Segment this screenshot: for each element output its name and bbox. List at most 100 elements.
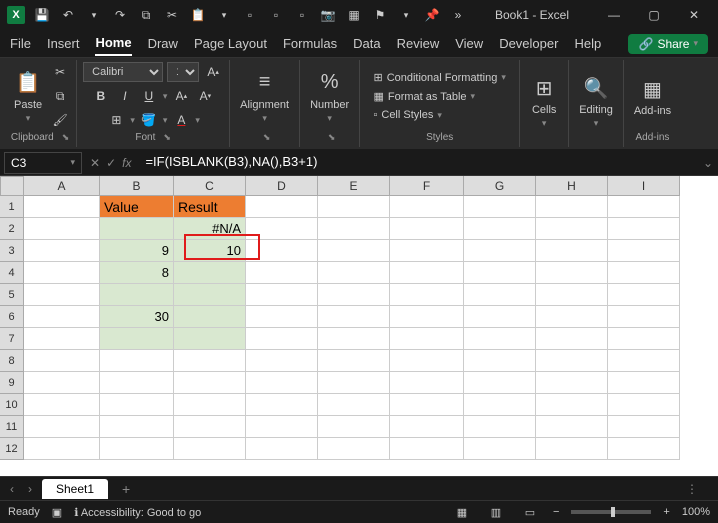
chevron-down-icon[interactable]: ▾ bbox=[130, 115, 135, 126]
cell[interactable] bbox=[464, 284, 536, 306]
cell[interactable] bbox=[536, 218, 608, 240]
tab-data[interactable]: Data bbox=[353, 32, 380, 55]
tab-file[interactable]: File bbox=[10, 32, 31, 55]
new-icon[interactable]: ▫ bbox=[238, 3, 262, 27]
cell[interactable] bbox=[100, 416, 174, 438]
cell[interactable] bbox=[536, 328, 608, 350]
col-header-D[interactable]: D bbox=[246, 176, 318, 196]
tab-formulas[interactable]: Formulas bbox=[283, 32, 337, 55]
cell-styles-button[interactable]: ▫Cell Styles▾ bbox=[369, 108, 509, 122]
cell[interactable] bbox=[536, 240, 608, 262]
col-header-C[interactable]: C bbox=[174, 176, 246, 196]
conditional-formatting-button[interactable]: ⊞Conditional Formatting▾ bbox=[369, 70, 509, 85]
flag-icon[interactable]: ⚑ bbox=[368, 3, 392, 27]
formula-input[interactable]: =IF(ISBLANK(B3),NA(),B3+1) bbox=[139, 152, 698, 174]
paste-icon[interactable]: 📋 bbox=[186, 3, 210, 27]
cell[interactable] bbox=[536, 394, 608, 416]
sheet-tab[interactable]: Sheet1 bbox=[42, 479, 108, 499]
paste-dropdown[interactable]: ▾ bbox=[212, 3, 236, 27]
font-size-select[interactable]: 14 bbox=[167, 62, 199, 82]
cell[interactable] bbox=[318, 240, 390, 262]
dialog-launcher-icon[interactable]: ⬊ bbox=[328, 132, 336, 143]
cell[interactable] bbox=[246, 306, 318, 328]
number-button[interactable]: % Number ▾ bbox=[306, 65, 353, 128]
cell[interactable] bbox=[390, 350, 464, 372]
cell[interactable] bbox=[464, 416, 536, 438]
undo-dropdown[interactable]: ▾ bbox=[82, 3, 106, 27]
borders-button[interactable]: ⊞ bbox=[106, 110, 126, 130]
select-all-corner[interactable] bbox=[0, 176, 24, 196]
cell[interactable] bbox=[318, 394, 390, 416]
tab-draw[interactable]: Draw bbox=[148, 32, 178, 55]
page-layout-view-button[interactable]: ▥ bbox=[485, 503, 507, 521]
page-break-view-button[interactable]: ▭ bbox=[519, 503, 541, 521]
col-header-A[interactable]: A bbox=[24, 176, 100, 196]
spreadsheet-grid[interactable]: A B C D E F G H I 1 Value Result 2 #N/A … bbox=[0, 176, 718, 476]
cell[interactable] bbox=[24, 196, 100, 218]
cell[interactable] bbox=[24, 262, 100, 284]
row-header[interactable]: 5 bbox=[0, 284, 24, 306]
font-name-select[interactable]: Calibri bbox=[83, 62, 163, 82]
chevron-down-icon[interactable]: ▾ bbox=[163, 91, 168, 102]
cell[interactable] bbox=[608, 284, 680, 306]
cell[interactable] bbox=[174, 350, 246, 372]
cell[interactable] bbox=[100, 328, 174, 350]
cell[interactable] bbox=[536, 196, 608, 218]
dialog-launcher-icon[interactable]: ⬊ bbox=[263, 132, 271, 143]
tab-page-layout[interactable]: Page Layout bbox=[194, 32, 267, 55]
row-header[interactable]: 2 bbox=[0, 218, 24, 240]
tab-insert[interactable]: Insert bbox=[47, 32, 80, 55]
tab-review[interactable]: Review bbox=[397, 32, 440, 55]
cell[interactable] bbox=[390, 328, 464, 350]
cell[interactable] bbox=[246, 240, 318, 262]
col-header-F[interactable]: F bbox=[390, 176, 464, 196]
cell[interactable] bbox=[464, 350, 536, 372]
cell[interactable] bbox=[174, 394, 246, 416]
share-button[interactable]: 🔗 Share ▾ bbox=[628, 34, 708, 54]
cell[interactable] bbox=[390, 438, 464, 460]
undo-icon[interactable]: ↶ bbox=[56, 3, 80, 27]
cell[interactable] bbox=[246, 284, 318, 306]
macro-record-icon[interactable]: ▣ bbox=[52, 506, 62, 519]
increase-font-button[interactable]: A▴ bbox=[203, 62, 223, 82]
cell[interactable] bbox=[246, 438, 318, 460]
row-header[interactable]: 3 bbox=[0, 240, 24, 262]
row-header[interactable]: 11 bbox=[0, 416, 24, 438]
cell[interactable] bbox=[318, 196, 390, 218]
normal-view-button[interactable]: ▦ bbox=[451, 503, 473, 521]
cell[interactable] bbox=[24, 372, 100, 394]
cell[interactable] bbox=[390, 372, 464, 394]
confirm-icon[interactable]: ✓ bbox=[106, 156, 116, 170]
cell[interactable] bbox=[318, 284, 390, 306]
row-header[interactable]: 4 bbox=[0, 262, 24, 284]
increase-font-alt-button[interactable]: A▴ bbox=[171, 86, 191, 106]
cell[interactable] bbox=[390, 284, 464, 306]
cell[interactable] bbox=[390, 218, 464, 240]
cell[interactable]: 8 bbox=[100, 262, 174, 284]
cell[interactable] bbox=[246, 328, 318, 350]
cell[interactable] bbox=[390, 306, 464, 328]
cell[interactable] bbox=[464, 394, 536, 416]
grid-icon[interactable]: ▦ bbox=[342, 3, 366, 27]
row-header[interactable]: 8 bbox=[0, 350, 24, 372]
cell[interactable] bbox=[608, 328, 680, 350]
cell[interactable] bbox=[464, 218, 536, 240]
cells-button[interactable]: ⊞ Cells ▾ bbox=[526, 70, 562, 133]
cell[interactable] bbox=[246, 218, 318, 240]
cell[interactable] bbox=[608, 262, 680, 284]
formula-expand[interactable]: ⌄ bbox=[698, 156, 718, 170]
col-header-E[interactable]: E bbox=[318, 176, 390, 196]
cell[interactable] bbox=[464, 328, 536, 350]
dialog-launcher-icon[interactable]: ⬊ bbox=[62, 132, 70, 143]
save-icon[interactable]: 💾 bbox=[30, 3, 54, 27]
row-header[interactable]: 7 bbox=[0, 328, 24, 350]
cell[interactable] bbox=[174, 372, 246, 394]
format-as-table-button[interactable]: ▦Format as Table▾ bbox=[369, 89, 509, 104]
format-painter-icon[interactable]: ▫ bbox=[290, 3, 314, 27]
addins-button[interactable]: ▦ Add-ins bbox=[630, 71, 675, 121]
qat-more[interactable]: » bbox=[446, 3, 470, 27]
cell[interactable] bbox=[608, 372, 680, 394]
cell[interactable] bbox=[464, 438, 536, 460]
cell[interactable] bbox=[100, 218, 174, 240]
cell[interactable] bbox=[464, 262, 536, 284]
